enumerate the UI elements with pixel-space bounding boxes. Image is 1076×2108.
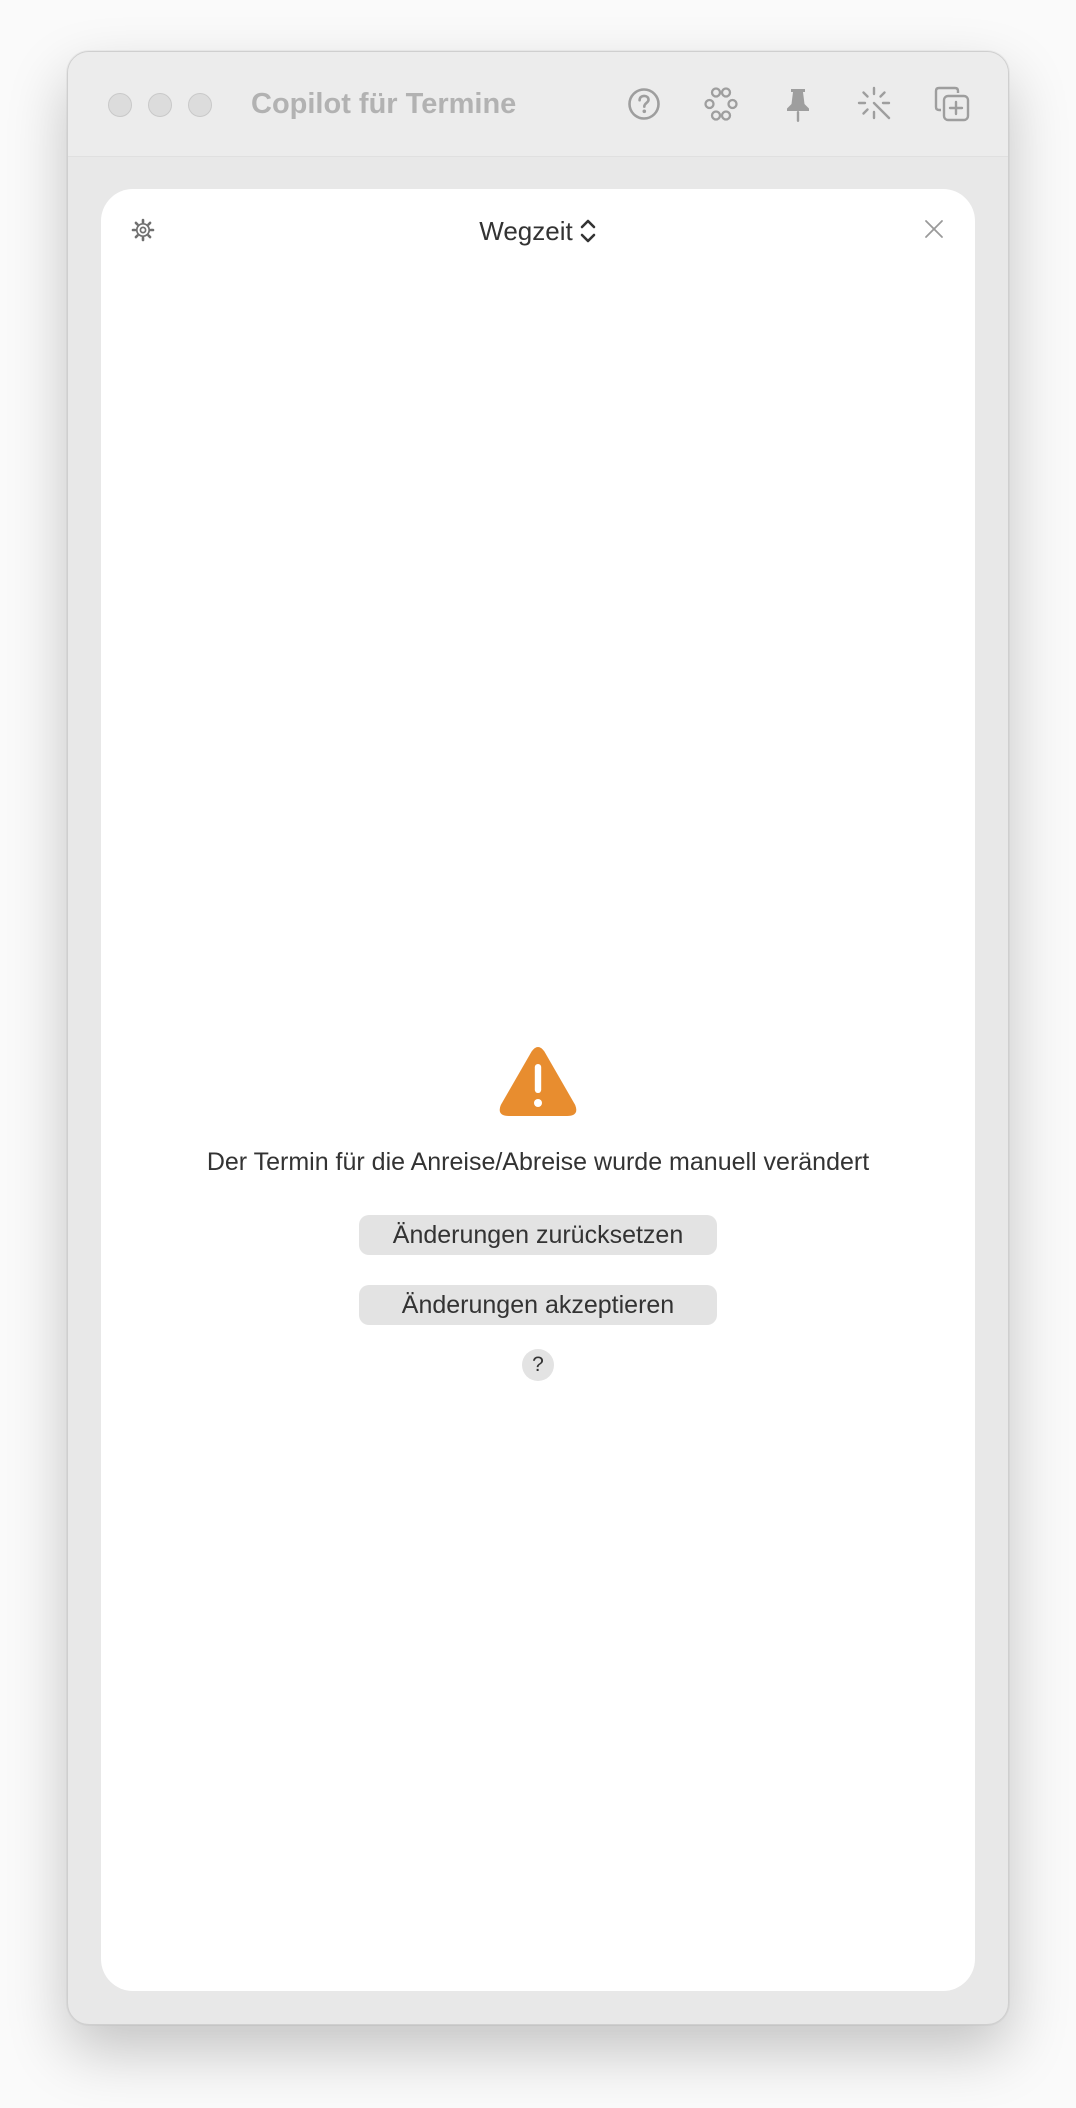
- title-bar: Copilot für Termine: [68, 52, 1008, 157]
- reset-changes-button[interactable]: Änderungen zurücksetzen: [359, 1215, 717, 1255]
- mode-selector-label: Wegzeit: [479, 215, 573, 246]
- help-icon[interactable]: [622, 82, 666, 126]
- app-window: Copilot für Termine Wegzeit Der Termin f…: [67, 51, 1009, 2025]
- add-window-icon[interactable]: [930, 82, 974, 126]
- alert-message: Der Termin für die Anreise/Abreise wurde…: [206, 1148, 870, 1176]
- warning-icon: [499, 1047, 577, 1116]
- chevron-up-down-icon: [580, 219, 596, 243]
- window-zoom-button[interactable]: [188, 93, 212, 117]
- window-title: Copilot für Termine: [251, 88, 517, 120]
- close-icon[interactable]: [923, 218, 945, 240]
- magic-wand-icon[interactable]: [853, 82, 897, 126]
- alert-content: Der Termin für die Anreise/Abreise wurde…: [101, 1046, 975, 1381]
- accept-changes-button[interactable]: Änderungen akzeptieren: [359, 1285, 717, 1325]
- window-minimize-button[interactable]: [148, 93, 172, 117]
- content-panel: Wegzeit Der Termin für die Anreise/Abrei…: [101, 189, 975, 1991]
- mode-selector[interactable]: Wegzeit: [479, 216, 596, 247]
- window-close-button[interactable]: [108, 93, 132, 117]
- nodes-icon[interactable]: [699, 82, 743, 126]
- pin-icon[interactable]: [776, 82, 820, 126]
- mode-selector-row: Wegzeit: [101, 211, 975, 251]
- help-button[interactable]: ?: [522, 1349, 554, 1381]
